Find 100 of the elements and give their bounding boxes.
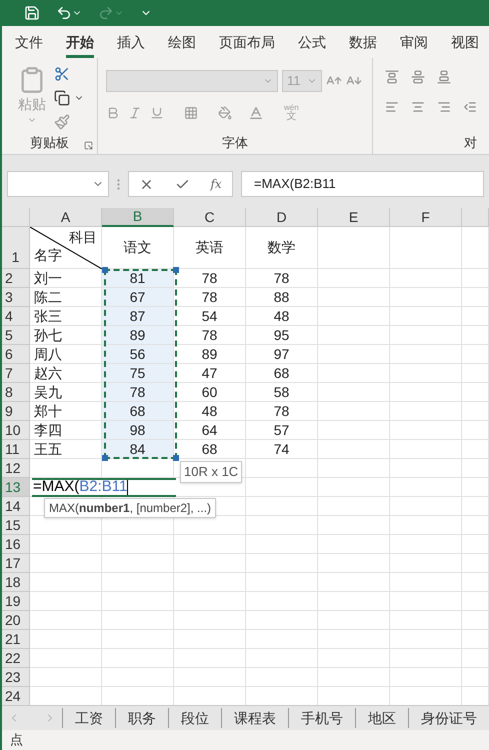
sheet-tab[interactable]: 课程表: [221, 708, 288, 728]
resize-handle[interactable]: [173, 267, 179, 273]
insert-function-button[interactable]: fx: [210, 175, 222, 193]
scissors-icon[interactable]: [54, 66, 70, 82]
ribbon-tab[interactable]: 审阅: [400, 26, 428, 58]
ribbon-tab[interactable]: 视图: [451, 26, 479, 58]
row-header[interactable]: 16: [2, 535, 30, 554]
row-header[interactable]: 10: [2, 421, 30, 440]
table-cell: [390, 516, 462, 535]
align-top-icon[interactable]: [385, 70, 399, 84]
table-cell: [318, 554, 390, 573]
cell-editor[interactable]: =MAX(B2:B11: [32, 478, 176, 497]
header-label: 名字: [34, 246, 62, 265]
row-header[interactable]: 13: [2, 478, 30, 497]
ribbon-tab[interactable]: 数据: [349, 26, 377, 58]
table-cell: [318, 649, 390, 668]
column-header[interactable]: F: [390, 208, 462, 227]
grip-icon[interactable]: [117, 178, 120, 190]
row-header[interactable]: 14: [2, 497, 30, 516]
table-cell: [318, 269, 390, 288]
align-center-icon[interactable]: [411, 100, 425, 114]
sheet-tab[interactable]: 手机号: [288, 708, 355, 728]
row-header[interactable]: 2: [2, 269, 30, 288]
table-cell: [30, 611, 102, 630]
column-header[interactable]: C: [174, 208, 246, 227]
select-all-corner[interactable]: [2, 208, 30, 227]
row-header[interactable]: 11: [2, 440, 30, 459]
ribbon-tab[interactable]: 页面布局: [219, 26, 275, 58]
row-header[interactable]: 8: [2, 383, 30, 402]
table-cell: 88: [246, 288, 318, 307]
row-header[interactable]: 7: [2, 364, 30, 383]
fill-color-icon[interactable]: [218, 106, 232, 120]
row-header[interactable]: 4: [2, 307, 30, 326]
sheet-tab[interactable]: 职务: [115, 708, 168, 728]
row-header[interactable]: 24: [2, 687, 30, 705]
align-left-icon[interactable]: [385, 100, 399, 114]
column-header[interactable]: B: [102, 208, 174, 227]
sheet-tab[interactable]: 地区: [355, 708, 408, 728]
indent-icon[interactable]: [463, 100, 477, 114]
table-cell: [246, 649, 318, 668]
row-header[interactable]: 15: [2, 516, 30, 535]
row-header[interactable]: 20: [2, 611, 30, 630]
column-header[interactable]: [462, 208, 489, 227]
row-header[interactable]: 5: [2, 326, 30, 345]
save-icon[interactable]: [24, 5, 40, 21]
dialog-launcher-icon[interactable]: [84, 141, 93, 150]
resize-handle[interactable]: [102, 267, 108, 273]
copy-icon[interactable]: [54, 90, 70, 106]
row-header[interactable]: 17: [2, 554, 30, 573]
table-cell: [318, 516, 390, 535]
format-painter-icon[interactable]: [54, 114, 70, 130]
sheet-tab[interactable]: 段位: [168, 708, 221, 728]
table-cell: [246, 611, 318, 630]
table-cell: [318, 611, 390, 630]
table-cell: [390, 459, 462, 478]
row-header[interactable]: 23: [2, 668, 30, 687]
ribbon-tab[interactable]: 公式: [298, 26, 326, 58]
table-cell: [318, 535, 390, 554]
sheet-tab[interactable]: 工资: [62, 708, 115, 728]
formula-field[interactable]: =MAX(B2:B11: [241, 171, 484, 197]
row-header[interactable]: 6: [2, 345, 30, 364]
row-header[interactable]: 9: [2, 402, 30, 421]
borders-icon[interactable]: [184, 106, 198, 120]
italic-icon[interactable]: [128, 106, 142, 120]
table-cell: [30, 573, 102, 592]
ribbon-tab[interactable]: 绘图: [168, 26, 196, 58]
sheet-tab[interactable]: 身份证号: [408, 708, 489, 728]
ribbon-tab[interactable]: 插入: [117, 26, 145, 58]
table-cell: [174, 554, 246, 573]
align-bottom-icon[interactable]: [437, 70, 451, 84]
redo-icon[interactable]: [98, 5, 114, 21]
undo-icon[interactable]: [56, 5, 72, 21]
font-color-icon[interactable]: [248, 105, 264, 121]
table-cell: [390, 227, 462, 269]
row-header[interactable]: 19: [2, 592, 30, 611]
table-cell: [174, 649, 246, 668]
table-cell: [318, 440, 390, 459]
table-cell: [462, 516, 489, 535]
table-cell: 数学: [246, 227, 318, 269]
name-box[interactable]: [7, 171, 109, 197]
resize-handle[interactable]: [102, 455, 108, 461]
table-cell: [318, 345, 390, 364]
row-header[interactable]: 18: [2, 573, 30, 592]
row-header[interactable]: 21: [2, 630, 30, 649]
column-header[interactable]: D: [246, 208, 318, 227]
table-cell: [318, 326, 390, 345]
header-label: 科目: [69, 228, 97, 247]
table-cell: 75: [102, 364, 174, 383]
row-header[interactable]: 12: [2, 459, 30, 478]
row-header[interactable]: 3: [2, 288, 30, 307]
align-right-icon[interactable]: [437, 100, 451, 114]
row-header[interactable]: 22: [2, 649, 30, 668]
column-header[interactable]: E: [318, 208, 390, 227]
underline-icon[interactable]: [150, 106, 164, 120]
align-middle-icon[interactable]: [411, 70, 425, 84]
font-name-field[interactable]: [106, 70, 278, 92]
column-header[interactable]: A: [30, 208, 102, 227]
ribbon-tab[interactable]: 文件: [15, 26, 43, 58]
row-header[interactable]: 1: [2, 227, 30, 269]
resize-handle[interactable]: [173, 455, 179, 461]
